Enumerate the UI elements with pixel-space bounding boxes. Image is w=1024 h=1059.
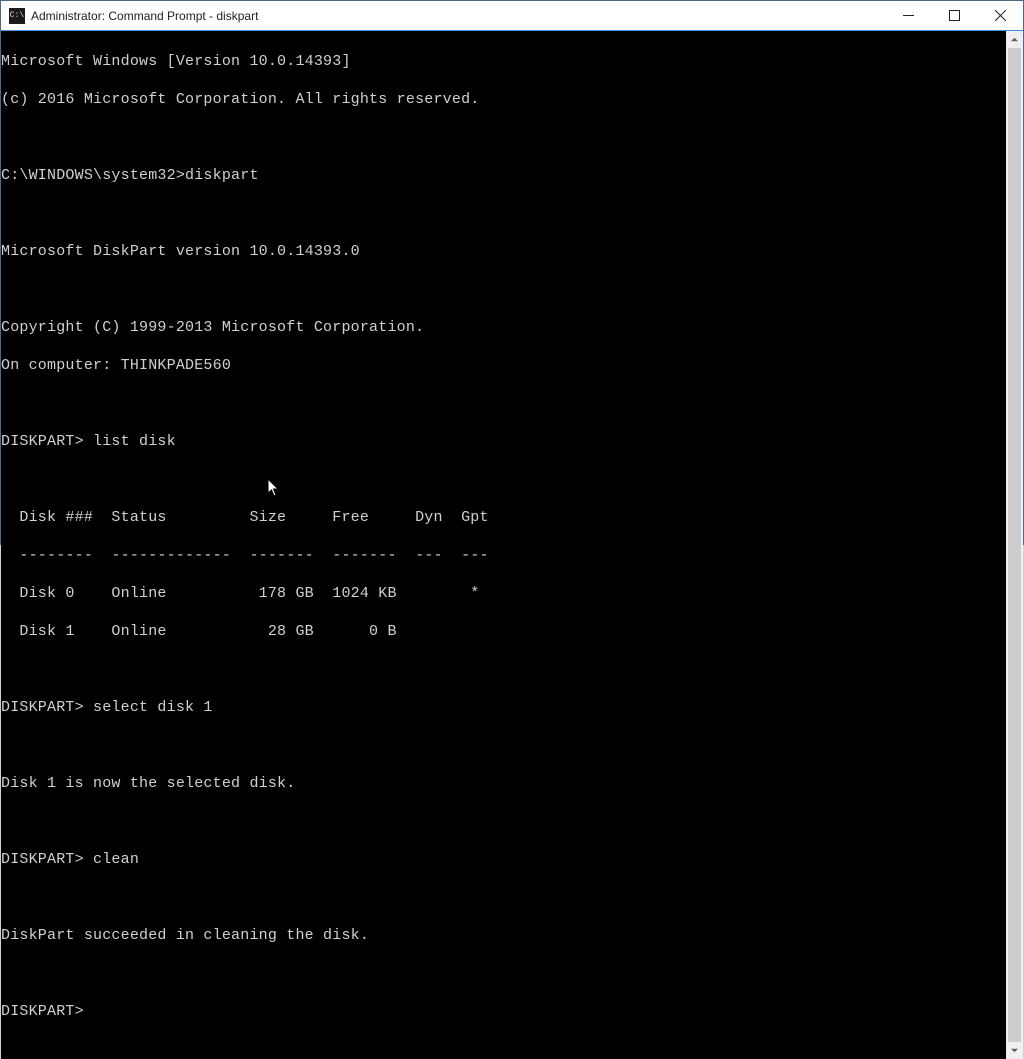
table-row: Disk 0 Online 178 GB 1024 KB * bbox=[1, 584, 1006, 603]
terminal-output[interactable]: Microsoft Windows [Version 10.0.14393] (… bbox=[1, 31, 1006, 1059]
terminal-line: Disk 1 is now the selected disk. bbox=[1, 774, 1006, 793]
scroll-track[interactable] bbox=[1006, 48, 1023, 1042]
terminal-line bbox=[1, 280, 1006, 299]
close-icon bbox=[995, 10, 1006, 21]
terminal-line bbox=[1, 736, 1006, 755]
minimize-icon bbox=[903, 10, 914, 21]
app-icon: C:\ bbox=[9, 8, 25, 24]
chevron-up-icon bbox=[1010, 35, 1019, 44]
vertical-scrollbar[interactable] bbox=[1006, 31, 1023, 1059]
terminal-line: DiskPart succeeded in cleaning the disk. bbox=[1, 926, 1006, 945]
terminal-line bbox=[1, 470, 1006, 489]
scroll-up-button[interactable] bbox=[1006, 31, 1023, 48]
terminal-line: Copyright (C) 1999-2013 Microsoft Corpor… bbox=[1, 318, 1006, 337]
chevron-down-icon bbox=[1010, 1046, 1019, 1055]
titlebar[interactable]: C:\ Administrator: Command Prompt - disk… bbox=[1, 1, 1023, 31]
scroll-down-button[interactable] bbox=[1006, 1042, 1023, 1059]
close-button[interactable] bbox=[977, 1, 1023, 31]
terminal-line: DISKPART> clean bbox=[1, 850, 1006, 869]
table-header: Disk ### Status Size Free Dyn Gpt bbox=[1, 508, 1006, 527]
maximize-button[interactable] bbox=[931, 1, 977, 31]
terminal-line: DISKPART> select disk 1 bbox=[1, 698, 1006, 717]
minimize-button[interactable] bbox=[885, 1, 931, 31]
scroll-thumb[interactable] bbox=[1008, 48, 1021, 1042]
terminal-line: Microsoft DiskPart version 10.0.14393.0 bbox=[1, 242, 1006, 261]
table-row: Disk 1 Online 28 GB 0 B bbox=[1, 622, 1006, 641]
window-title: Administrator: Command Prompt - diskpart bbox=[31, 9, 258, 23]
terminal-prompt[interactable]: DISKPART> bbox=[1, 1002, 1006, 1021]
app-icon-glyph: C:\ bbox=[10, 12, 24, 20]
terminal-line: Microsoft Windows [Version 10.0.14393] bbox=[1, 52, 1006, 71]
terminal-line bbox=[1, 394, 1006, 413]
table-divider: -------- ------------- ------- ------- -… bbox=[1, 546, 1006, 565]
terminal-line bbox=[1, 204, 1006, 223]
terminal-line bbox=[1, 964, 1006, 983]
client-area: Microsoft Windows [Version 10.0.14393] (… bbox=[1, 31, 1023, 1059]
terminal-line: C:\WINDOWS\system32>diskpart bbox=[1, 166, 1006, 185]
terminal-line bbox=[1, 888, 1006, 907]
terminal-line bbox=[1, 660, 1006, 679]
maximize-icon bbox=[949, 10, 960, 21]
terminal-line: (c) 2016 Microsoft Corporation. All righ… bbox=[1, 90, 1006, 109]
terminal-line bbox=[1, 128, 1006, 147]
terminal-line: DISKPART> list disk bbox=[1, 432, 1006, 451]
terminal-line bbox=[1, 812, 1006, 831]
terminal-line: On computer: THINKPADE560 bbox=[1, 356, 1006, 375]
command-prompt-window: C:\ Administrator: Command Prompt - disk… bbox=[0, 0, 1024, 545]
